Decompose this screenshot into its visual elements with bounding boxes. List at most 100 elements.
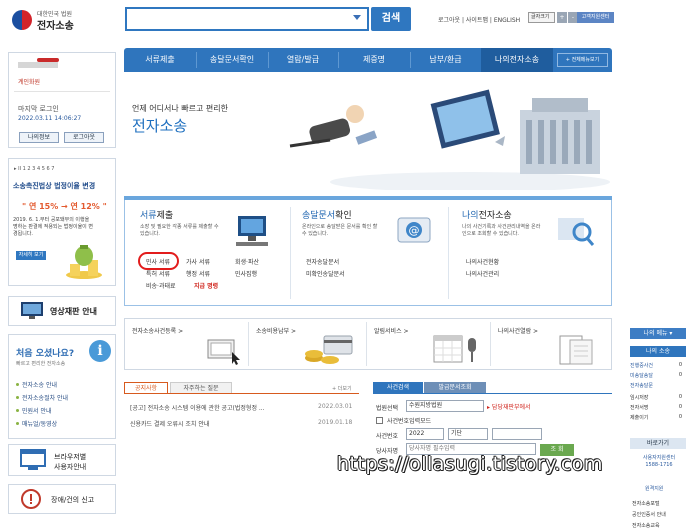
all-menu-button[interactable]: + 전체메뉴보기 xyxy=(557,53,608,67)
font-up-button[interactable]: + xyxy=(557,12,567,23)
quick-notification[interactable]: 알림서비스 > xyxy=(374,326,409,335)
my-info-button[interactable]: 나의정보 xyxy=(19,132,59,143)
banner-illustration xyxy=(289,89,610,190)
first-visit-item[interactable]: 전자소송절차 안내 xyxy=(22,393,68,402)
sidebar-item-count: 0 xyxy=(678,404,682,410)
top-links[interactable]: 로그아웃 | 사이트맵 | ENGLISH xyxy=(438,15,520,24)
sidebar-bottom-link[interactable]: 전자소송교육 xyxy=(632,522,660,529)
case-number-checkbox[interactable] xyxy=(376,417,383,424)
court-logo-icon[interactable] xyxy=(12,10,32,30)
coins-card-icon xyxy=(305,335,353,364)
service-link-payment-order[interactable]: 지급 명령 xyxy=(194,281,218,290)
first-visit-item[interactable]: 민원서 안내 xyxy=(22,406,52,415)
monitor-cursor-icon xyxy=(207,339,240,365)
search-button[interactable]: 검색 xyxy=(371,7,411,31)
service-link-civil[interactable]: 민사 서류 xyxy=(146,257,170,266)
service-link-admin[interactable]: 행정 서류 xyxy=(186,269,210,278)
promo-detail-button[interactable]: 자세히 보기 xyxy=(16,251,46,260)
nav-item-delivery[interactable]: 송달문서확인 xyxy=(196,48,268,72)
sidebar-bottom-link[interactable]: 공인인증서 안내 xyxy=(632,511,666,518)
court-select[interactable]: 수원지방법원 xyxy=(406,400,484,412)
service-link-family[interactable]: 가사 서류 xyxy=(186,257,210,266)
banner-subtitle: 언제 어디서나 빠르고 편리한 xyxy=(132,104,228,113)
divider xyxy=(490,322,491,366)
service-link-nonlitigation[interactable]: 비송·과태료 xyxy=(146,281,176,290)
year-select[interactable]: 2022 xyxy=(406,428,444,440)
search-input[interactable] xyxy=(125,7,369,31)
computer-icon xyxy=(236,216,268,246)
sidebar-item-e-delivery[interactable]: 전자송달문 xyxy=(630,382,686,389)
case-number-input[interactable] xyxy=(492,428,542,440)
browser-guide-title[interactable]: 브라우저별 사용자안내 xyxy=(54,452,86,472)
first-visit-item[interactable]: 전자소송 안내 xyxy=(22,380,57,389)
my-title-b: 전자소송 xyxy=(478,211,512,221)
last-login-time: 2022.03.11 14:06:27 xyxy=(18,115,82,122)
video-trial-title[interactable]: 영상재판 안내 xyxy=(50,306,97,317)
remote-support-link[interactable]: 원격지원 xyxy=(645,485,663,492)
divider xyxy=(366,322,367,366)
quick-case-view[interactable]: 나의사건열람 > xyxy=(498,326,538,335)
nav-item-my-ecourt[interactable]: 나의전자소송 xyxy=(481,48,553,72)
service-link-execution[interactable]: 민사집행 xyxy=(235,269,257,278)
font-size-select[interactable]: 글자크기 xyxy=(528,12,555,23)
sidebar-item-undelivered[interactable]: 미송달송달 0 xyxy=(630,372,686,379)
first-visit-item[interactable]: 매뉴얼/동영상 xyxy=(22,419,57,428)
nav-item-payment[interactable]: 납부/환급 xyxy=(410,48,481,72)
error-report-title[interactable]: 장애/건의 신고 xyxy=(51,495,94,505)
bullet-icon xyxy=(16,409,19,412)
my-ecourt-section-title[interactable]: 나의전자소송 xyxy=(462,208,512,221)
nav-item-certificate[interactable]: 제증명 xyxy=(338,48,410,72)
member-link[interactable]: 계인화원 xyxy=(18,77,40,86)
support-center-label: 사용자지원센터 xyxy=(642,455,676,461)
money-bag-icon xyxy=(66,245,102,279)
case-type-select[interactable]: 기단 xyxy=(448,428,488,440)
sidebar-item-submission[interactable]: 제출이기 0 xyxy=(630,414,686,421)
service-link-patent[interactable]: 특허 서류 xyxy=(146,269,170,278)
notice-row-title[interactable]: [공고] 전자소송 시스템 이용에 관한 공고(법정형정 ... xyxy=(130,403,265,412)
promo-rate-change: " 연 15% → 연 12% " xyxy=(22,202,107,211)
divider xyxy=(248,322,249,366)
sidebar-item-e-sign[interactable]: 전자서명 0 xyxy=(630,404,686,411)
submit-title-b: 제출 xyxy=(156,211,174,221)
service-link-rehab[interactable]: 회생·파산 xyxy=(235,257,259,266)
submit-description: 소장 및 필요한 각종 서류를 제출할 수 있습니다. xyxy=(140,224,219,237)
service-link-unconfirmed[interactable]: 미확인송달문서 xyxy=(306,269,345,278)
service-link-case-status[interactable]: 나의사건현황 xyxy=(466,257,499,266)
service-link-e-delivery[interactable]: 전자송달문서 xyxy=(306,257,339,266)
magnifier-icon xyxy=(558,218,595,246)
logout-button[interactable]: 로그아웃 xyxy=(64,132,104,143)
submit-section-title[interactable]: 서류제출 xyxy=(140,208,173,221)
delivery-section-title[interactable]: 송달문서확인 xyxy=(302,208,352,221)
info-icon: i xyxy=(89,340,111,362)
customer-center-link[interactable]: 고객지원센터 xyxy=(577,12,614,23)
logo-title[interactable]: 전자소송 xyxy=(37,17,74,32)
court-division-link[interactable]: ▸ 담당재판부에서 xyxy=(487,402,531,411)
more-link[interactable]: + 더보기 xyxy=(332,385,352,392)
my-menu-toggle[interactable]: 나의 메뉴 ▾ xyxy=(630,328,686,339)
sidebar-item-in-progress[interactable]: 진행중사건 0 xyxy=(630,362,686,369)
notice-row-title[interactable]: 신용카드 결제 오류시 조치 안내 xyxy=(130,419,209,428)
bullet-icon xyxy=(16,422,19,425)
first-visit-subtitle: 빠르고 편리한 전자소송 xyxy=(16,361,66,367)
browser-guide-line1: 브라우저별 xyxy=(54,453,87,461)
service-link-case-manage[interactable]: 나의사건관리 xyxy=(466,269,499,278)
delivery-title-b: 확인 xyxy=(335,211,352,221)
my-case-heading: 나의 소송 xyxy=(630,346,686,357)
case-number-label: 사건번호 xyxy=(376,433,399,440)
sidebar-item-temp-save[interactable]: 임시저장 0 xyxy=(630,394,686,401)
quick-fee-payment[interactable]: 소송비용납부 > xyxy=(256,326,296,335)
submit-title-a: 서류 xyxy=(140,211,157,221)
sidebar-bottom-link[interactable]: 전자소송포털 xyxy=(632,500,660,507)
support-center[interactable]: 사용자지원센터 1588-1716 xyxy=(637,455,681,469)
delivery-description: 온라인으로 송달받은 문서를 확인 할 수 있습니다. xyxy=(302,224,378,237)
divider xyxy=(14,91,110,92)
chevron-down-icon[interactable] xyxy=(353,15,361,20)
calendar-mic-icon xyxy=(433,335,476,363)
sidebar-item-count: 0 xyxy=(678,414,682,420)
bullet-icon xyxy=(16,383,19,386)
nav-item-submit[interactable]: 서류제출 xyxy=(124,48,196,72)
banner-pager[interactable]: ▸ II 1 2 3 4 5 6 7 xyxy=(14,166,110,175)
quick-case-register[interactable]: 전자소송사건등록 > xyxy=(132,326,183,335)
case-tab-underline xyxy=(373,393,612,394)
nav-item-view[interactable]: 열람/발급 xyxy=(268,48,338,72)
